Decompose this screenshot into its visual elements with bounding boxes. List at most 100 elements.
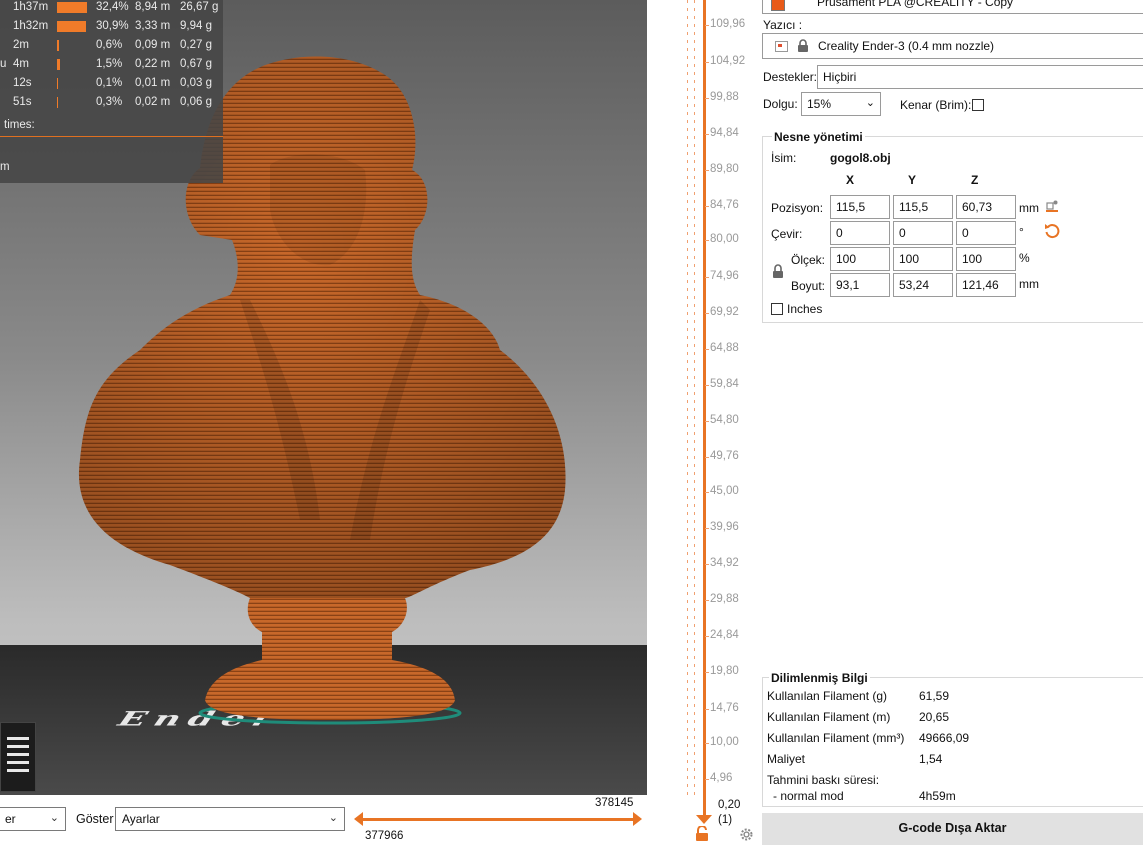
axis-z-label: Z bbox=[971, 173, 979, 187]
position-x-input[interactable]: 115,5 bbox=[830, 195, 890, 219]
supports-label: Destekler: bbox=[763, 70, 818, 84]
settings-panel: Prusament PLA @CREALITY - Copy Yazıcı : … bbox=[760, 0, 1143, 845]
filament-color-swatch bbox=[771, 0, 785, 11]
view-type-select[interactable]: er ⌄ bbox=[0, 807, 66, 831]
layers-view-icon[interactable] bbox=[0, 722, 36, 792]
stats-row: 51s 0,3% 0,02 m 0,06 g bbox=[13, 96, 212, 108]
export-gcode-button[interactable]: G-code Dışa Aktar bbox=[762, 813, 1143, 845]
normal-mode-time: 4h59m bbox=[919, 789, 956, 803]
rotation-x-input[interactable]: 0 bbox=[830, 221, 890, 245]
layer-tick: 109,96 bbox=[704, 18, 746, 30]
size-label: Boyut: bbox=[791, 279, 826, 293]
3d-viewport[interactable]: Ender 1h37m 32,4% 8,94 m 26,67 g 1h32m 3… bbox=[0, 0, 647, 795]
rotation-y-input[interactable]: 0 bbox=[893, 221, 953, 245]
printer-label: Yazıcı : bbox=[763, 18, 803, 32]
filament-g-value: 61,59 bbox=[919, 689, 950, 703]
layer-slider[interactable]: 109,96 104,92 99,88 94,84 89,80 84,76 80… bbox=[648, 0, 760, 845]
layer-tick: 89,80 bbox=[705, 163, 739, 175]
layer-slider-thumb[interactable] bbox=[696, 815, 712, 824]
position-unit: mm bbox=[1019, 201, 1039, 215]
brim-label: Kenar (Brim): bbox=[900, 98, 972, 112]
infill-label: Dolgu: bbox=[763, 97, 798, 111]
stats-bar bbox=[57, 59, 60, 70]
est-time-label: Tahmini baskı süresi: bbox=[767, 773, 880, 787]
size-z-input[interactable]: 121,46 bbox=[956, 273, 1016, 297]
infill-select[interactable]: 15% ⌄ bbox=[801, 92, 881, 116]
inches-label: Inches bbox=[787, 302, 823, 316]
object-name: gogol8.obj bbox=[830, 151, 891, 165]
layer-tick: 64,88 bbox=[705, 342, 739, 354]
layer-tick: 69,92 bbox=[705, 306, 739, 318]
stats-bar bbox=[57, 21, 86, 32]
stats-bar bbox=[57, 78, 58, 89]
axis-y-label: Y bbox=[908, 173, 917, 187]
stats-bar bbox=[57, 97, 58, 108]
h-slider-left-thumb[interactable] bbox=[354, 812, 363, 826]
scale-x-input[interactable]: 100 bbox=[830, 247, 890, 271]
layer-slider-marks bbox=[687, 0, 688, 800]
layer-slider-track[interactable] bbox=[703, 0, 706, 818]
position-label: Pozisyon: bbox=[771, 201, 824, 215]
show-options-select[interactable]: Ayarlar ⌄ bbox=[115, 807, 345, 831]
h-slider-lower-value: 377966 bbox=[365, 830, 404, 842]
layer-tick: 84,76 bbox=[705, 199, 739, 211]
stats-row: 12s 0,1% 0,01 m 0,03 g bbox=[13, 77, 212, 89]
filament-mm3-label: Kullanılan Filament (mm³) bbox=[767, 731, 905, 745]
normal-mode-label: - normal mod bbox=[773, 789, 844, 803]
show-label: Göster bbox=[76, 812, 114, 826]
sliced-info-title: Dilimlenmiş Bilgi bbox=[769, 671, 870, 685]
stats-row: u 4m 1,5% 0,22 m 0,67 g bbox=[0, 58, 212, 70]
filament-g-label: Kullanılan Filament (g) bbox=[767, 689, 888, 703]
chevron-down-icon: ⌄ bbox=[49, 812, 59, 824]
layer-slider-marks bbox=[694, 0, 695, 800]
lock-scale-icon[interactable] bbox=[772, 264, 784, 279]
inches-checkbox[interactable] bbox=[771, 303, 783, 315]
layer-tick: 19,80 bbox=[705, 665, 739, 677]
chevron-down-icon: ⌄ bbox=[865, 97, 875, 109]
print-stats-legend: 1h37m 32,4% 8,94 m 26,67 g 1h32m 30,9% 3… bbox=[0, 0, 223, 183]
cost-value: 1,54 bbox=[919, 752, 943, 766]
model-pedestal bbox=[205, 598, 455, 720]
drop-to-bed-icon[interactable] bbox=[1045, 199, 1059, 213]
stats-row: 1h32m 30,9% 3,33 m 9,94 g bbox=[13, 20, 212, 32]
reset-rotation-icon[interactable] bbox=[1044, 223, 1060, 239]
horizontal-move-slider[interactable] bbox=[354, 812, 642, 826]
stats-row: 1h37m 32,4% 8,94 m 26,67 g bbox=[13, 1, 219, 13]
scale-unit: % bbox=[1019, 251, 1030, 265]
rotation-unit: ° bbox=[1019, 225, 1024, 239]
printer-select[interactable]: Creality Ender-3 (0.4 mm nozzle) bbox=[762, 33, 1143, 59]
rotation-z-input[interactable]: 0 bbox=[956, 221, 1016, 245]
layer-tick: 10,00 bbox=[705, 736, 739, 748]
printer-icon bbox=[775, 41, 788, 52]
rotation-label: Çevir: bbox=[771, 227, 803, 241]
position-y-input[interactable]: 115,5 bbox=[893, 195, 953, 219]
layer-bottom-value: 0,20 bbox=[718, 799, 741, 811]
layer-tick: 29,88 bbox=[705, 593, 739, 605]
size-y-input[interactable]: 53,24 bbox=[893, 273, 953, 297]
filament-m-label: Kullanılan Filament (m) bbox=[767, 710, 891, 724]
stats-row: 2m 0,6% 0,09 m 0,27 g bbox=[13, 39, 212, 51]
layer-tick: 49,76 bbox=[705, 450, 739, 462]
scale-y-input[interactable]: 100 bbox=[893, 247, 953, 271]
settings-cog-icon[interactable] bbox=[739, 827, 754, 842]
unlock-icon[interactable] bbox=[695, 826, 709, 842]
layer-tick: 4,96 bbox=[704, 772, 733, 784]
brim-checkbox[interactable] bbox=[972, 99, 984, 111]
layer-tick: 45,00 bbox=[705, 485, 739, 497]
stats-divider bbox=[0, 136, 223, 137]
supports-select[interactable]: Hiçbiri bbox=[817, 65, 1143, 89]
layer-bottom-index: (1) bbox=[718, 814, 733, 826]
stats-bar bbox=[57, 40, 59, 51]
layer-tick: 39,96 bbox=[705, 521, 739, 533]
layer-tick: 59,84 bbox=[705, 378, 739, 390]
size-x-input[interactable]: 93,1 bbox=[830, 273, 890, 297]
layer-tick: 94,84 bbox=[705, 127, 739, 139]
layer-tick: 74,96 bbox=[705, 270, 739, 282]
filament-select[interactable]: Prusament PLA @CREALITY - Copy bbox=[762, 0, 1143, 14]
scale-z-input[interactable]: 100 bbox=[956, 247, 1016, 271]
stats-times-label: times: bbox=[4, 119, 35, 131]
h-slider-right-thumb[interactable] bbox=[633, 812, 642, 826]
scale-label: Ölçek: bbox=[791, 253, 826, 267]
position-z-input[interactable]: 60,73 bbox=[956, 195, 1016, 219]
chevron-down-icon: ⌄ bbox=[328, 812, 338, 824]
